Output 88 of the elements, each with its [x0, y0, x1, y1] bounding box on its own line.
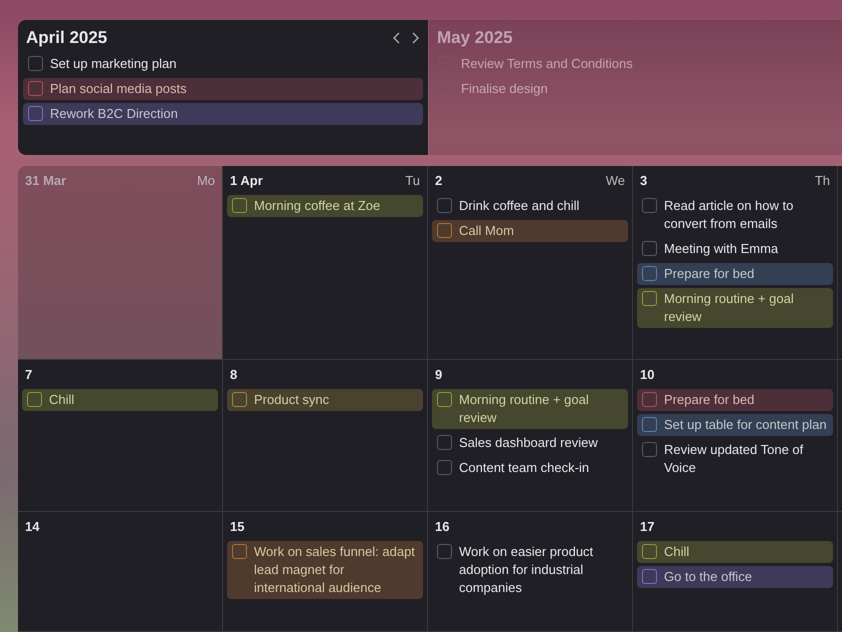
task-label: Plan social media posts: [50, 80, 187, 98]
checkbox[interactable]: [437, 223, 452, 238]
weekday-label: Mo: [196, 173, 215, 188]
month-title: April 2025: [26, 28, 108, 48]
chevron-right-icon[interactable]: [410, 31, 420, 45]
day-number: 2: [435, 173, 442, 188]
colored-task-item[interactable]: Prepare for bed: [637, 389, 833, 411]
task-label: Read article on how to convert from emails: [664, 197, 794, 233]
chevron-left-icon[interactable]: [392, 31, 402, 45]
checkbox[interactable]: [642, 544, 657, 559]
colored-task-item[interactable]: Plan social media posts: [23, 78, 423, 100]
task-label: Morning routine + goal review: [459, 391, 590, 427]
task-label: Set up marketing plan: [50, 55, 176, 73]
checkbox[interactable]: [232, 198, 247, 213]
task-label: Review Terms and Conditions: [461, 55, 633, 73]
checkbox[interactable]: [642, 241, 657, 256]
weekday-label: We: [606, 173, 625, 188]
day-number: 10: [640, 367, 654, 382]
day-number: 17: [640, 519, 654, 534]
month-title: May 2025: [437, 28, 513, 48]
colored-task-item[interactable]: Call Mom: [432, 220, 628, 242]
day-number: 1 Apr: [230, 173, 263, 188]
task-item[interactable]: Meeting with Emma: [637, 238, 833, 260]
colored-task-item[interactable]: Product sync: [227, 389, 423, 411]
task-label: Morning routine + goal review: [664, 290, 795, 326]
checkbox[interactable]: [437, 392, 452, 407]
task-label: Sales dashboard review: [459, 434, 598, 452]
day-number: 16: [435, 519, 450, 534]
task-item[interactable]: Read article on how to convert from emails: [637, 195, 833, 235]
checkbox[interactable]: [642, 392, 657, 407]
task-label: Content team check-in: [459, 459, 590, 477]
task-label: Finalise design: [461, 80, 548, 98]
checkbox[interactable]: [642, 569, 657, 584]
day-number: 3: [640, 173, 648, 188]
day-number: 8: [230, 367, 238, 382]
checkbox[interactable]: [642, 417, 657, 432]
checkbox[interactable]: [642, 442, 657, 457]
colored-task-item[interactable]: Go to the office: [637, 566, 833, 588]
task-item[interactable]: Work on easier product adoption for industrial companies: [432, 541, 628, 599]
task-label: Work on easier product adoption for industrial companies: [459, 543, 594, 597]
task-label: Call Mom: [459, 222, 514, 240]
checkbox[interactable]: [27, 392, 42, 407]
task-item[interactable]: Content team check-in: [432, 457, 628, 479]
checkbox[interactable]: [232, 544, 247, 559]
checkbox[interactable]: [28, 56, 43, 71]
colored-task-item[interactable]: Work on sales funnel: adapt lead magnet for international audience: [227, 541, 423, 599]
weekday-label: Th: [814, 173, 830, 188]
checkbox[interactable]: [28, 81, 43, 96]
task-label: Set up table for content plan: [664, 416, 827, 434]
task-label: Morning coffee at Zoe: [254, 197, 380, 215]
day-number: 14: [25, 519, 40, 534]
task-label: Review updated Tone of Voice: [664, 441, 804, 477]
colored-task-item[interactable]: Morning routine + goal review: [432, 389, 628, 429]
colored-task-item[interactable]: Morning coffee at Zoe: [227, 195, 423, 217]
task-item[interactable]: Drink coffee and chill: [432, 195, 628, 217]
task-label: Go to the office: [664, 568, 752, 586]
task-label: Product sync: [254, 391, 330, 409]
task-item[interactable]: Set up marketing plan: [23, 53, 423, 75]
checkbox[interactable]: [642, 198, 657, 213]
checkbox[interactable]: [28, 106, 43, 121]
colored-task-item[interactable]: Chill: [637, 541, 833, 563]
day-number: 9: [435, 367, 442, 382]
task-label: Rework B2C Direction: [50, 105, 178, 123]
checkbox[interactable]: [437, 544, 452, 559]
colored-task-item[interactable]: Rework B2C Direction: [23, 103, 423, 125]
colored-task-item[interactable]: Set up table for content plan: [637, 414, 833, 436]
checkbox[interactable]: [437, 198, 452, 213]
weekday-label: Tu: [405, 173, 420, 188]
checkbox[interactable]: [232, 392, 247, 407]
day-number: 31 Mar: [25, 173, 66, 188]
task-label: Prepare for bed: [664, 265, 754, 283]
task-item[interactable]: Review updated Tone of Voice: [637, 439, 833, 479]
colored-task-item[interactable]: Prepare for bed: [637, 263, 833, 285]
checkbox[interactable]: [437, 435, 452, 450]
checkbox[interactable]: [642, 291, 657, 306]
task-item[interactable]: Sales dashboard review: [432, 432, 628, 454]
task-label: Meeting with Emma: [664, 240, 778, 258]
task-label: Work on sales funnel: adapt lead magnet for international audience: [254, 543, 416, 597]
task-label: Chill: [49, 391, 74, 409]
task-label: Prepare for bed: [664, 391, 754, 409]
colored-task-item[interactable]: Morning routine + goal review: [637, 288, 833, 328]
colored-task-item[interactable]: Chill: [22, 389, 218, 411]
checkbox[interactable]: [642, 266, 657, 281]
day-number: 15: [230, 519, 244, 534]
checkbox[interactable]: [437, 460, 452, 475]
day-number: 7: [25, 367, 32, 382]
task-label: Chill: [664, 543, 690, 561]
task-label: Drink coffee and chill: [459, 197, 580, 215]
